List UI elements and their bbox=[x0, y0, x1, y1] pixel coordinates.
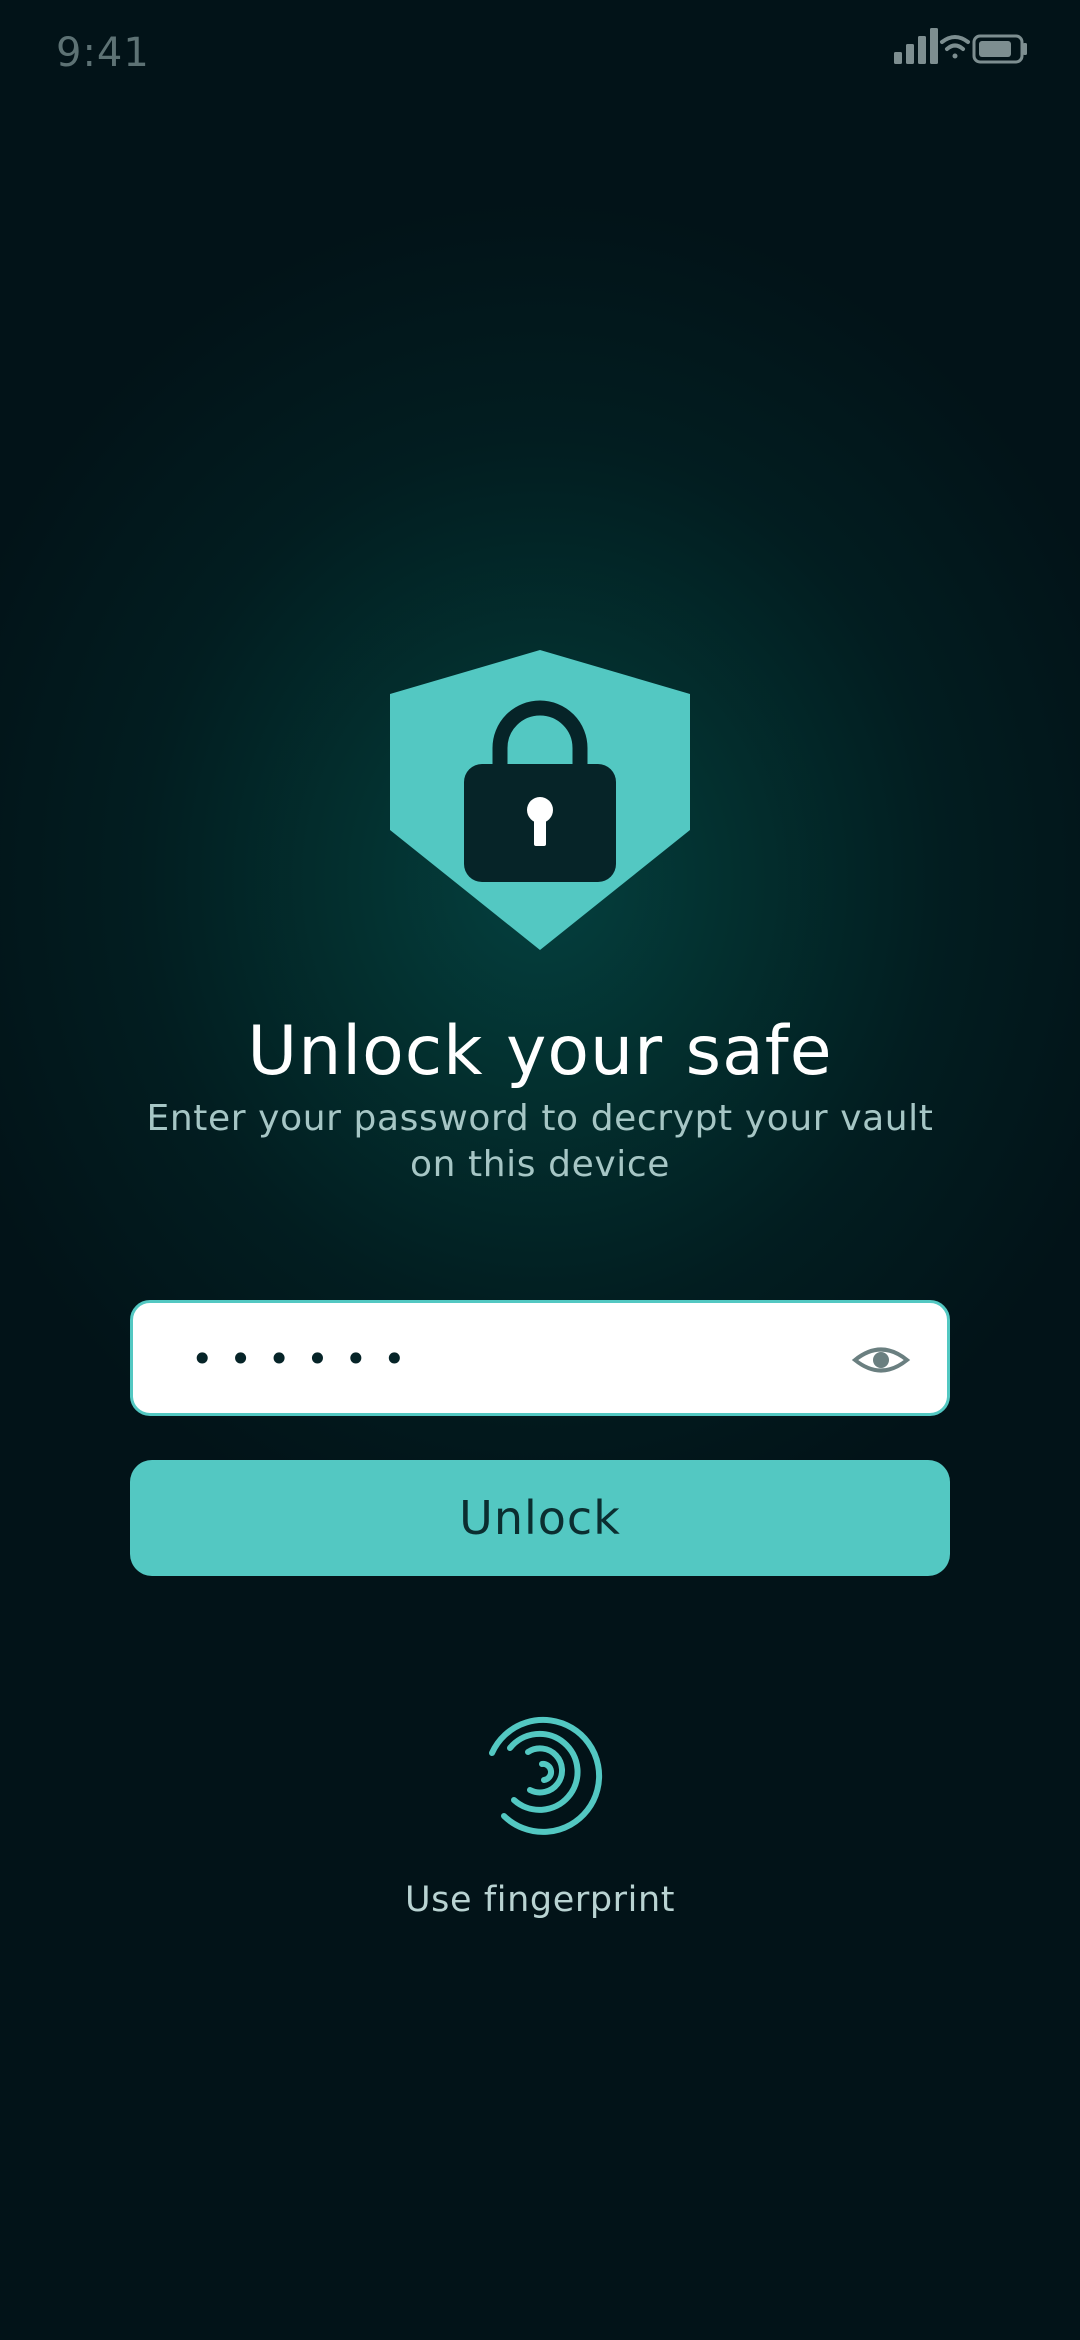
password-value: •••••• bbox=[191, 1337, 422, 1381]
show-password-button[interactable] bbox=[851, 1335, 911, 1385]
signal-icon bbox=[894, 28, 938, 64]
status-icons bbox=[892, 24, 1032, 72]
unlock-button[interactable]: Unlock bbox=[130, 1460, 950, 1576]
page-title: Unlock your safe bbox=[247, 1012, 833, 1091]
wifi-icon bbox=[940, 35, 970, 59]
use-fingerprint-label: Use fingerprint bbox=[404, 1880, 676, 1920]
status-bar: 9:41 bbox=[0, 0, 1080, 110]
page-subtitle: Enter your password to decrypt your vaul… bbox=[146, 1098, 934, 1185]
status-time: 9:41 bbox=[56, 30, 150, 76]
password-input[interactable]: •••••• bbox=[130, 1300, 950, 1416]
shield-lock-icon bbox=[388, 648, 692, 952]
signal-wifi-battery-icons bbox=[894, 28, 1027, 64]
battery-icon bbox=[972, 34, 1027, 64]
use-fingerprint-button[interactable]: Use fingerprint bbox=[370, 1700, 710, 1930]
eye-icon bbox=[851, 1347, 911, 1373]
fingerprint-icon bbox=[489, 1716, 603, 1835]
